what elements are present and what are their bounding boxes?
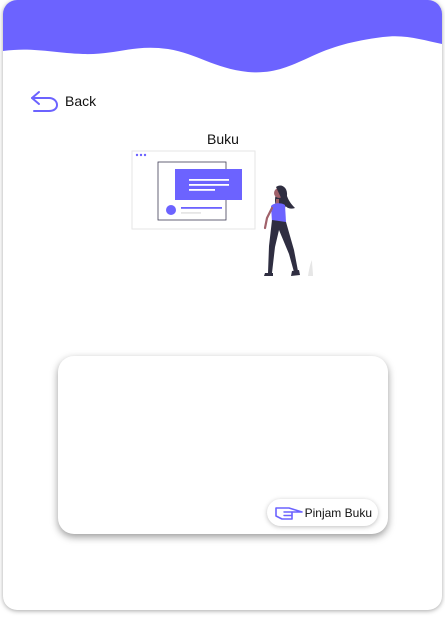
presentation-illustration [131, 150, 313, 276]
window-dot-icon [135, 153, 139, 157]
window-dot-icon [139, 153, 143, 157]
pinjam-buku-button[interactable]: Pinjam Buku [266, 499, 378, 526]
window-dot-icon [143, 153, 147, 157]
hand-icon [274, 506, 303, 520]
pinjam-buku-label: Pinjam Buku [304, 505, 372, 520]
book-card: Pinjam Buku [58, 356, 388, 534]
header-wave [3, 0, 442, 73]
app-screen: Back Buku Pinjam Buku [3, 0, 442, 610]
back-button[interactable]: Back [29, 87, 96, 115]
page-title-text: Buku [207, 131, 239, 147]
back-arrow-icon [31, 91, 58, 112]
back-label: Back [65, 93, 97, 109]
